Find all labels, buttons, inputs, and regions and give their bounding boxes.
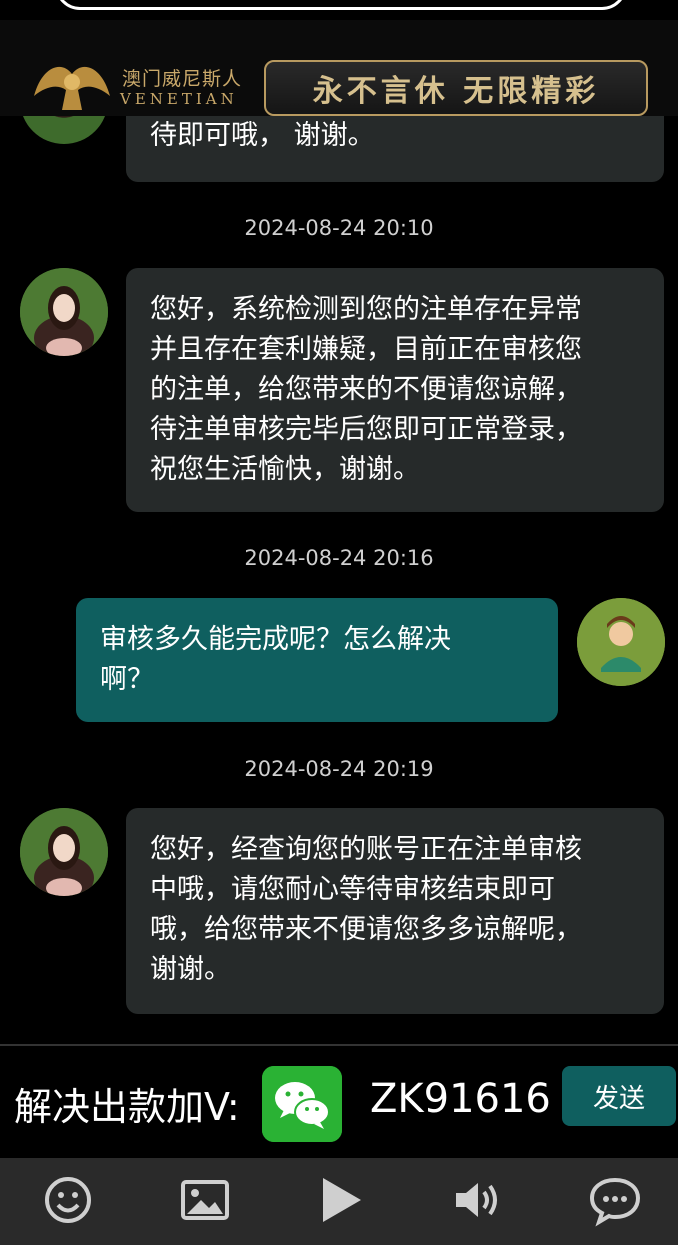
emoji-icon[interactable] — [40, 1172, 96, 1228]
app-header: 澳门威尼斯人 VENETIAN 永不言休 无限精彩 — [0, 20, 678, 116]
wechat-icon — [262, 1066, 342, 1142]
wechat-id-text: ZK91616 — [370, 1076, 551, 1122]
send-button[interactable]: 发送 — [562, 1066, 676, 1126]
user-avatar — [577, 598, 665, 686]
message-bubble-incoming: 您好，系统检测到您的注单存在异常 并且存在套利嫌疑，目前正在审核您 的注单，给您… — [126, 268, 664, 512]
logo-chinese-text: 澳门威尼斯人 — [122, 68, 243, 90]
message-line: 待注单审核完毕后您即可正常登录， — [150, 414, 582, 445]
message-bubble-incoming: 待即可哦， 谢谢。 — [126, 116, 664, 182]
wechat-icon-graphic — [262, 1066, 342, 1142]
chat-area[interactable]: 待即可哦， 谢谢。 2024-08-24 20:10 您好，系统检测到您的注单存… — [0, 116, 678, 1044]
timestamp: 2024-08-24 20:16 — [244, 546, 434, 570]
message-bubble-outgoing: 审核多久能完成呢？怎么解决 啊？ — [76, 598, 558, 722]
input-bar: 解决出款加V: ZK91616 发送 — [0, 1044, 678, 1160]
logo-english-text: VENETIAN — [120, 90, 238, 108]
timestamp: 2024-08-24 20:10 — [244, 216, 434, 240]
agent-avatar — [20, 116, 108, 144]
message-line: 待即可哦， 谢谢。 — [150, 120, 375, 151]
message-line: 中哦，请您耐心等待审核结束即可 — [150, 874, 555, 905]
message-line: 啊？ — [100, 664, 154, 695]
promo-text: 解决出款加V: — [14, 1085, 240, 1129]
winged-lion-logo-icon — [34, 66, 110, 110]
agent-photo — [20, 808, 108, 896]
message-line: 祝您生活愉快，谢谢。 — [150, 454, 420, 485]
message-bubble-incoming: 您好，经查询您的账号正在注单审核 中哦，请您耐心等待审核结束即可 哦，给您带来不… — [126, 808, 664, 1014]
message-line: 哦，给您带来不便请您多多谅解呢， — [150, 914, 582, 945]
search-pill-outline — [55, 0, 627, 10]
message-line: 您好，经查询您的账号正在注单审核 — [150, 834, 582, 865]
message-line: 审核多久能完成呢？怎么解决 — [100, 624, 451, 655]
chat-bubble-icon[interactable] — [587, 1172, 643, 1228]
image-icon[interactable] — [177, 1172, 233, 1228]
message-line: 谢谢。 — [150, 954, 231, 985]
agent-avatar — [20, 808, 108, 896]
chat-toolbar — [0, 1158, 678, 1245]
agent-photo — [20, 268, 108, 356]
slogan-banner: 永不言休 无限精彩 — [264, 60, 648, 116]
agent-avatar — [20, 268, 108, 356]
message-line: 您好，系统检测到您的注单存在异常 — [150, 294, 582, 325]
user-avatar-icon — [577, 598, 665, 686]
message-line: 并且存在套利嫌疑，目前正在审核您 — [150, 334, 582, 365]
message-line: 的注单，给您带来的不便请您谅解， — [150, 374, 582, 405]
volume-icon[interactable] — [450, 1172, 506, 1228]
timestamp: 2024-08-24 20:19 — [244, 757, 434, 781]
play-icon[interactable] — [313, 1172, 369, 1228]
